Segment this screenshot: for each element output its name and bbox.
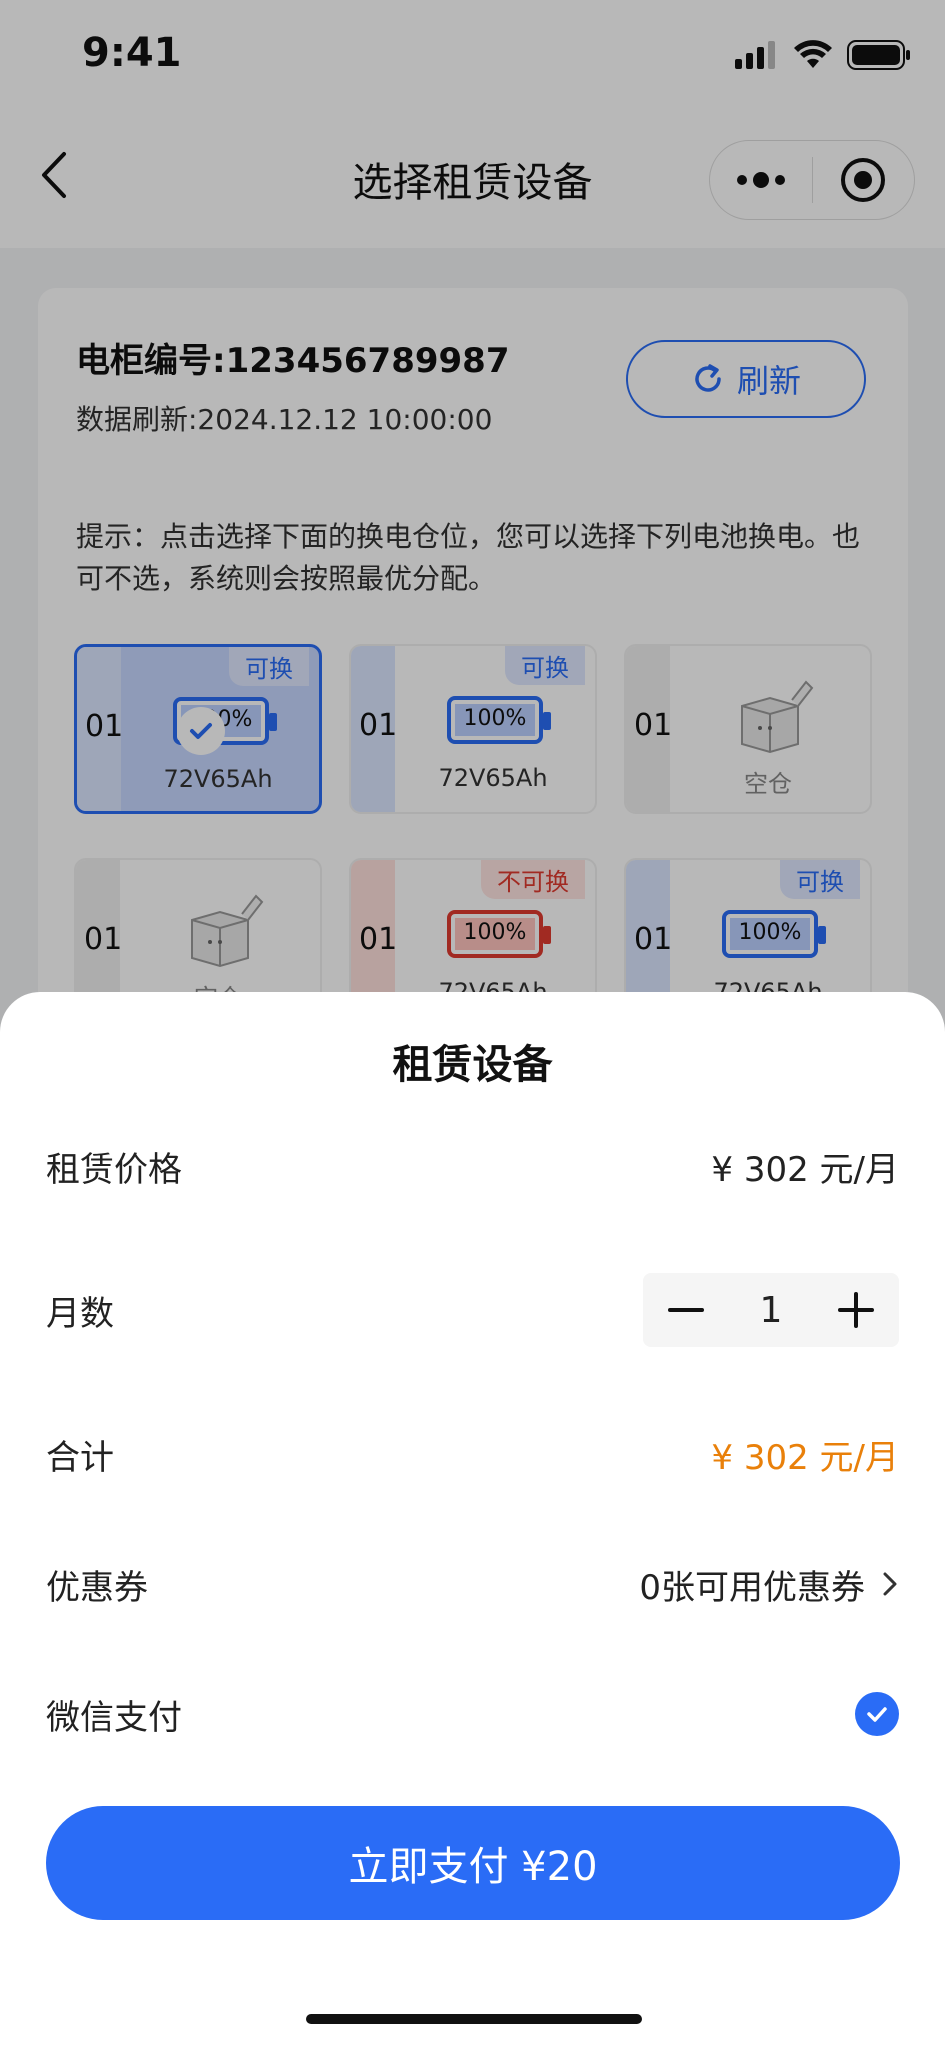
total-value: ¥ 302 元/月 — [711, 1437, 899, 1478]
increment-button[interactable] — [813, 1273, 899, 1347]
price-label: 租赁价格 — [46, 1149, 182, 1190]
checkmark-circle-icon[interactable] — [855, 1692, 899, 1736]
wechat-pay-row[interactable]: 微信支付 — [46, 1674, 899, 1754]
total-label: 合计 — [46, 1437, 114, 1478]
months-label: 月数 — [46, 1293, 114, 1334]
sheet-title: 租赁设备 — [392, 1042, 553, 1088]
coupon-value: 0张可用优惠券 — [639, 1567, 865, 1608]
price-row: 租赁价格 ¥ 302 元/月 — [46, 1126, 899, 1206]
home-indicator — [306, 2014, 642, 2024]
coupon-selector[interactable]: 0张可用优惠券 — [639, 1560, 899, 1609]
minus-icon — [668, 1308, 704, 1312]
price-value: ¥ 302 元/月 — [711, 1149, 899, 1190]
months-row: 月数 1 — [46, 1270, 899, 1350]
months-stepper: 1 — [643, 1273, 899, 1347]
months-quantity[interactable]: 1 — [729, 1290, 813, 1331]
decrement-button[interactable] — [643, 1273, 729, 1347]
coupon-row[interactable]: 优惠券 0张可用优惠券 — [46, 1544, 899, 1624]
plus-icon — [838, 1292, 874, 1328]
total-row: 合计 ¥ 302 元/月 — [46, 1414, 899, 1494]
wechat-pay-label: 微信支付 — [46, 1697, 182, 1738]
chevron-right-icon — [883, 1572, 897, 1596]
pay-now-button[interactable]: 立即支付 ¥20 — [46, 1806, 900, 1920]
coupon-label: 优惠券 — [46, 1567, 148, 1608]
